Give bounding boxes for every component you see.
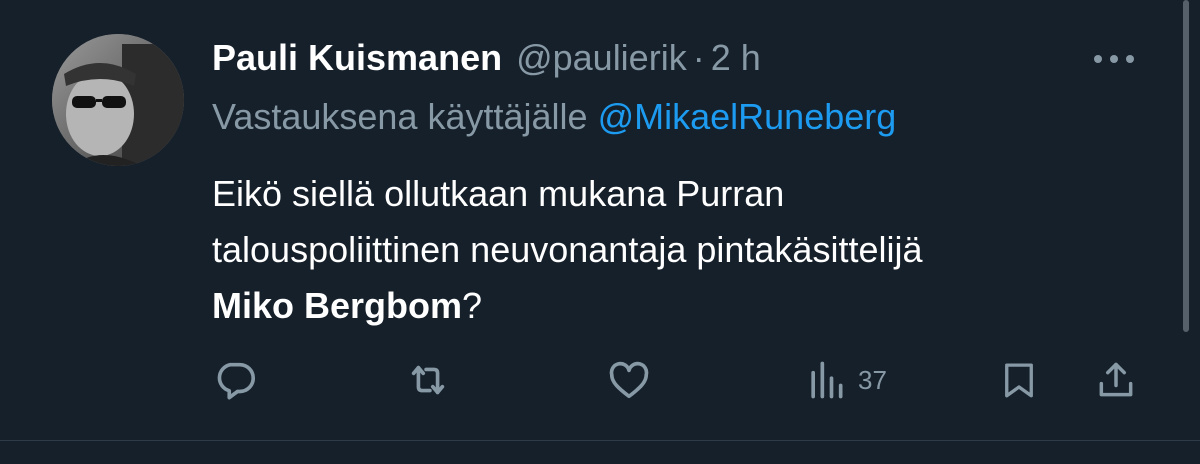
heart-icon — [609, 361, 649, 399]
tweet-text: Eikö siellä ollutkaan mukana Purran talo… — [212, 166, 1172, 334]
author-display-name[interactable]: Pauli Kuismanen — [212, 37, 502, 79]
more-dots-icon — [1094, 55, 1134, 63]
share-icon — [1099, 362, 1133, 397]
tweet-header: Pauli Kuismanen @paulierik · 2 h — [212, 34, 761, 82]
reply-mention-link[interactable]: @MikaelRuneberg — [598, 96, 897, 137]
avatar-photo — [52, 34, 184, 166]
action-bar: 37 — [0, 356, 1200, 406]
divider — [0, 440, 1200, 441]
tweet-text-line: Eikö siellä ollutkaan mukana Purran — [212, 173, 785, 214]
views-bars-icon — [811, 361, 843, 399]
more-options-button[interactable] — [1092, 52, 1136, 66]
retweet-icon — [411, 365, 445, 395]
tweet-bold-name: Miko Bergbom — [212, 285, 463, 326]
retweet-button[interactable] — [404, 356, 452, 404]
share-button[interactable] — [1094, 356, 1138, 404]
tweet-timestamp[interactable]: 2 h — [711, 37, 761, 79]
like-button[interactable] — [605, 356, 653, 404]
tweet[interactable]: Pauli Kuismanen @paulierik · 2 h Vastauk… — [0, 0, 1200, 464]
bookmark-icon — [1005, 363, 1033, 398]
reply-bubble-icon — [217, 362, 256, 400]
tweet-text-suffix: ? — [462, 285, 483, 326]
separator-dot: · — [692, 37, 705, 78]
reply-prefix: Vastauksena käyttäjälle — [212, 96, 588, 137]
tweet-text-line: talouspoliittinen neuvonantaja pintakäsi… — [212, 229, 923, 270]
tweet-text-line: Miko Bergbom? — [212, 278, 1172, 334]
reply-context: Vastauksena käyttäjälle @MikaelRuneberg — [212, 96, 896, 138]
views-count: 37 — [858, 364, 887, 395]
scrollbar[interactable] — [1183, 0, 1189, 332]
author-handle[interactable]: @paulierik — [516, 37, 687, 79]
avatar[interactable] — [52, 34, 184, 166]
reply-button[interactable] — [212, 356, 258, 404]
views-button[interactable]: 37 — [804, 356, 887, 404]
bookmark-button[interactable] — [998, 356, 1040, 404]
